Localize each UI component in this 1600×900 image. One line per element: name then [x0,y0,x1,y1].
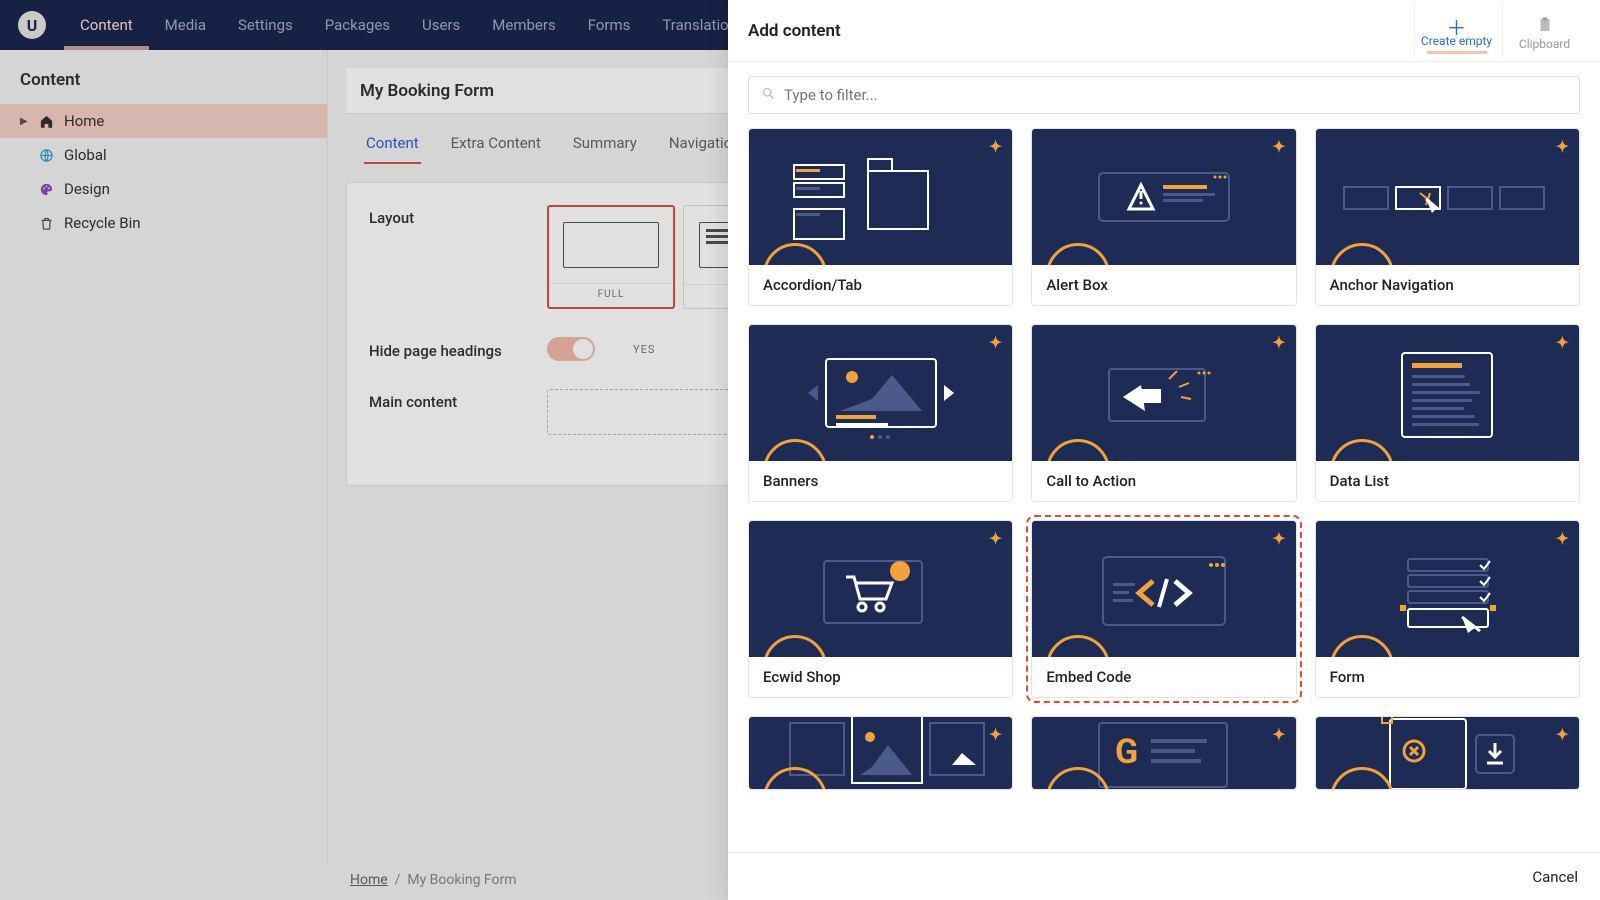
card-label: Ecwid Shop [749,657,1012,697]
card-label: Data List [1316,461,1579,501]
card-thumb: ✦ [749,521,1012,657]
card-thumb: ✦ [1032,129,1295,265]
content-card-embed-code[interactable]: ✦ Embed Code [1031,520,1296,698]
content-card-data-list[interactable]: ✦ Data List [1315,324,1580,502]
card-label: Banners [749,461,1012,501]
panel-title: Add content [748,21,841,41]
panel-search-input[interactable] [784,86,1567,104]
clipboard-icon [1536,15,1554,37]
panel-search[interactable] [748,76,1580,114]
content-card-call-to-action[interactable]: ✦ Call to Action [1031,324,1296,502]
card-thumb: ✦ [1316,129,1579,265]
svg-text:G: G [1115,732,1138,772]
content-card-ecwid-shop[interactable]: ✦ Ecwid Shop [748,520,1013,698]
card-thumb: ✦ [1316,325,1579,461]
content-card-partial[interactable]: ✦ [748,716,1013,790]
card-label: Call to Action [1032,461,1295,501]
content-card-accordion-tab[interactable]: ✦ Accordion/Tab [748,128,1013,306]
plus-icon: ＋ [1447,12,1467,34]
card-label: Alert Box [1032,265,1295,305]
content-card-alert-box[interactable]: ✦ Alert Box [1031,128,1296,306]
panel-action-label: Clipboard [1519,37,1570,51]
search-icon [761,86,776,105]
content-card-banners[interactable]: ✦ Banners [748,324,1013,502]
card-thumb: ✦ [749,717,1012,789]
card-thumb: ✦ [1316,521,1579,657]
card-label: Accordion/Tab [749,265,1012,305]
content-card-anchor-navigation[interactable]: ✦ Anchor Navigation [1315,128,1580,306]
card-thumb: ✦ [1032,325,1295,461]
card-thumb: ✦ [749,325,1012,461]
card-label: Embed Code [1032,657,1295,697]
content-card-partial[interactable]: ✦ G [1031,716,1296,790]
add-content-panel: Add content ＋Create empty Clipboard ✦ Acc… [728,0,1600,900]
card-label: Form [1316,657,1579,697]
cancel-button[interactable]: Cancel [1532,868,1578,886]
panel-action-create-empty[interactable]: ＋Create empty [1414,4,1498,58]
card-thumb: ✦ [1032,521,1295,657]
content-card-form[interactable]: ✦ Form [1315,520,1580,698]
panel-action-clipboard[interactable]: Clipboard [1502,4,1586,58]
card-thumb: ✦ G [1032,717,1295,789]
card-label: Anchor Navigation [1316,265,1579,305]
card-thumb: ✦ [1316,717,1579,789]
content-card-partial[interactable]: ✦ [1315,716,1580,790]
card-thumb: ✦ [749,129,1012,265]
panel-action-label: Create empty [1421,34,1492,48]
